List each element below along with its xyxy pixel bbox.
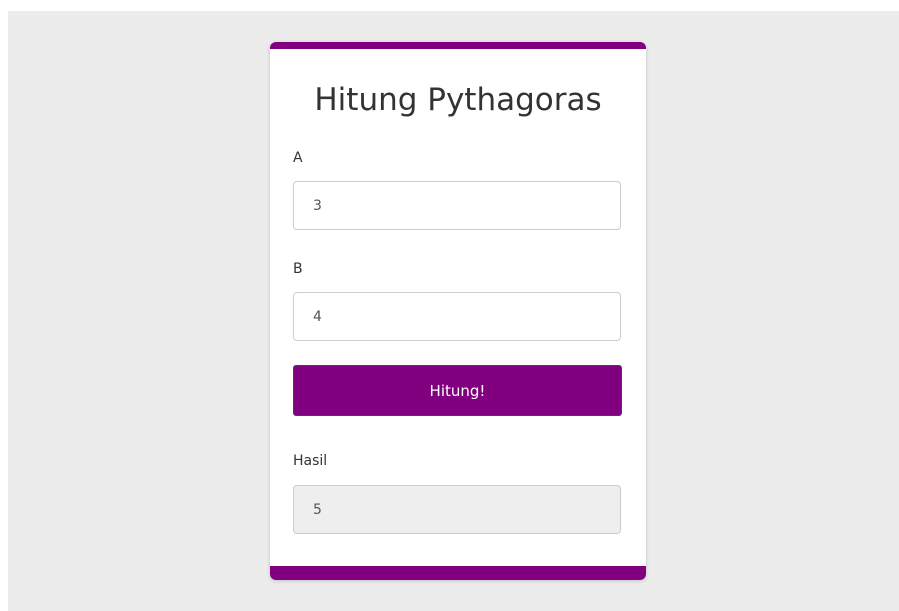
field-a-input[interactable]: 3 <box>293 181 621 230</box>
result-label: Hasil <box>293 453 328 469</box>
field-b-value: 4 <box>313 308 322 325</box>
card-top-accent-bar <box>270 42 646 49</box>
field-a-label: A <box>293 150 303 166</box>
hitung-button[interactable]: Hitung! <box>293 365 622 416</box>
result-value: 5 <box>313 501 322 518</box>
card-bottom-accent-bar <box>270 566 646 580</box>
page-title: Hitung Pythagoras <box>314 82 602 118</box>
field-a-value: 3 <box>313 197 322 214</box>
calculator-card: Hitung Pythagoras A 3 B 4 Hitung! Hasil … <box>270 42 646 580</box>
result-field: 5 <box>293 485 621 534</box>
field-b-label: B <box>293 261 303 277</box>
field-b-input[interactable]: 4 <box>293 292 621 341</box>
